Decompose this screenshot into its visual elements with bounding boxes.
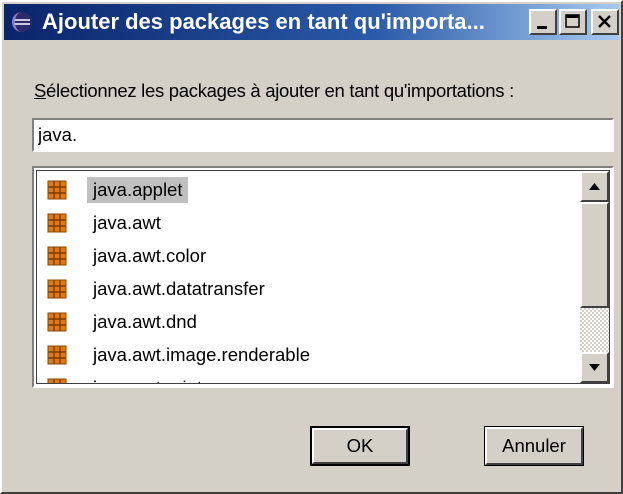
package-name: java.applet	[87, 177, 189, 203]
package-name: java.awt.dnd	[93, 311, 197, 332]
package-list-viewport: java.awt.print java.awt.image.renderable j…	[36, 170, 610, 384]
scroll-up-icon	[589, 183, 600, 190]
package-icon	[47, 378, 67, 383]
package-icon	[47, 246, 67, 266]
dialog-window: Ajouter des packages en tant qu'importa.…	[0, 0, 623, 494]
vertical-scrollbar[interactable]	[580, 171, 609, 383]
cancel-button-label: Annuler	[485, 427, 583, 465]
package-name: java.awt.image.renderable	[93, 344, 310, 365]
package-icon	[47, 345, 67, 365]
package-filter-input[interactable]	[32, 118, 614, 152]
eclipse-icon	[10, 10, 34, 34]
close-icon	[598, 15, 611, 28]
title-bar[interactable]: Ajouter des packages en tant qu'importa.…	[4, 4, 619, 40]
prompt-text: électionnez les packages à ajouter en ta…	[46, 80, 514, 101]
package-icon	[47, 180, 67, 200]
package-name: java.awt	[93, 212, 161, 233]
scroll-down-button[interactable]	[580, 352, 609, 383]
package-icon	[47, 213, 67, 233]
scrollbar-thumb[interactable]	[580, 202, 609, 308]
package-icon	[47, 279, 67, 299]
package-name: java.awt.color	[93, 245, 207, 266]
package-name: java.awt.datatransfer	[93, 278, 265, 299]
cancel-button[interactable]: Annuler	[484, 426, 584, 466]
scroll-up-button[interactable]	[580, 171, 609, 202]
window-title: Ajouter des packages en tant qu'importa.…	[42, 9, 485, 34]
package-name: java.awt.print	[87, 375, 208, 383]
package-list[interactable]: java.awt.print java.awt.image.renderable j…	[32, 166, 614, 388]
ok-button[interactable]: OK	[310, 426, 410, 466]
package-icon	[47, 312, 67, 332]
minimize-button[interactable]	[529, 9, 557, 35]
minimize-icon	[537, 26, 547, 29]
maximize-button[interactable]	[559, 9, 587, 35]
packages-prompt-label: Sélectionnez les packages à ajouter en t…	[34, 80, 514, 102]
ok-button-label: OK	[312, 428, 408, 464]
scrollbar-track[interactable]	[580, 308, 609, 352]
close-button[interactable]	[591, 9, 619, 35]
scroll-down-icon	[589, 364, 600, 371]
prompt-mnemonic: S	[34, 80, 47, 101]
maximize-icon	[565, 14, 580, 28]
